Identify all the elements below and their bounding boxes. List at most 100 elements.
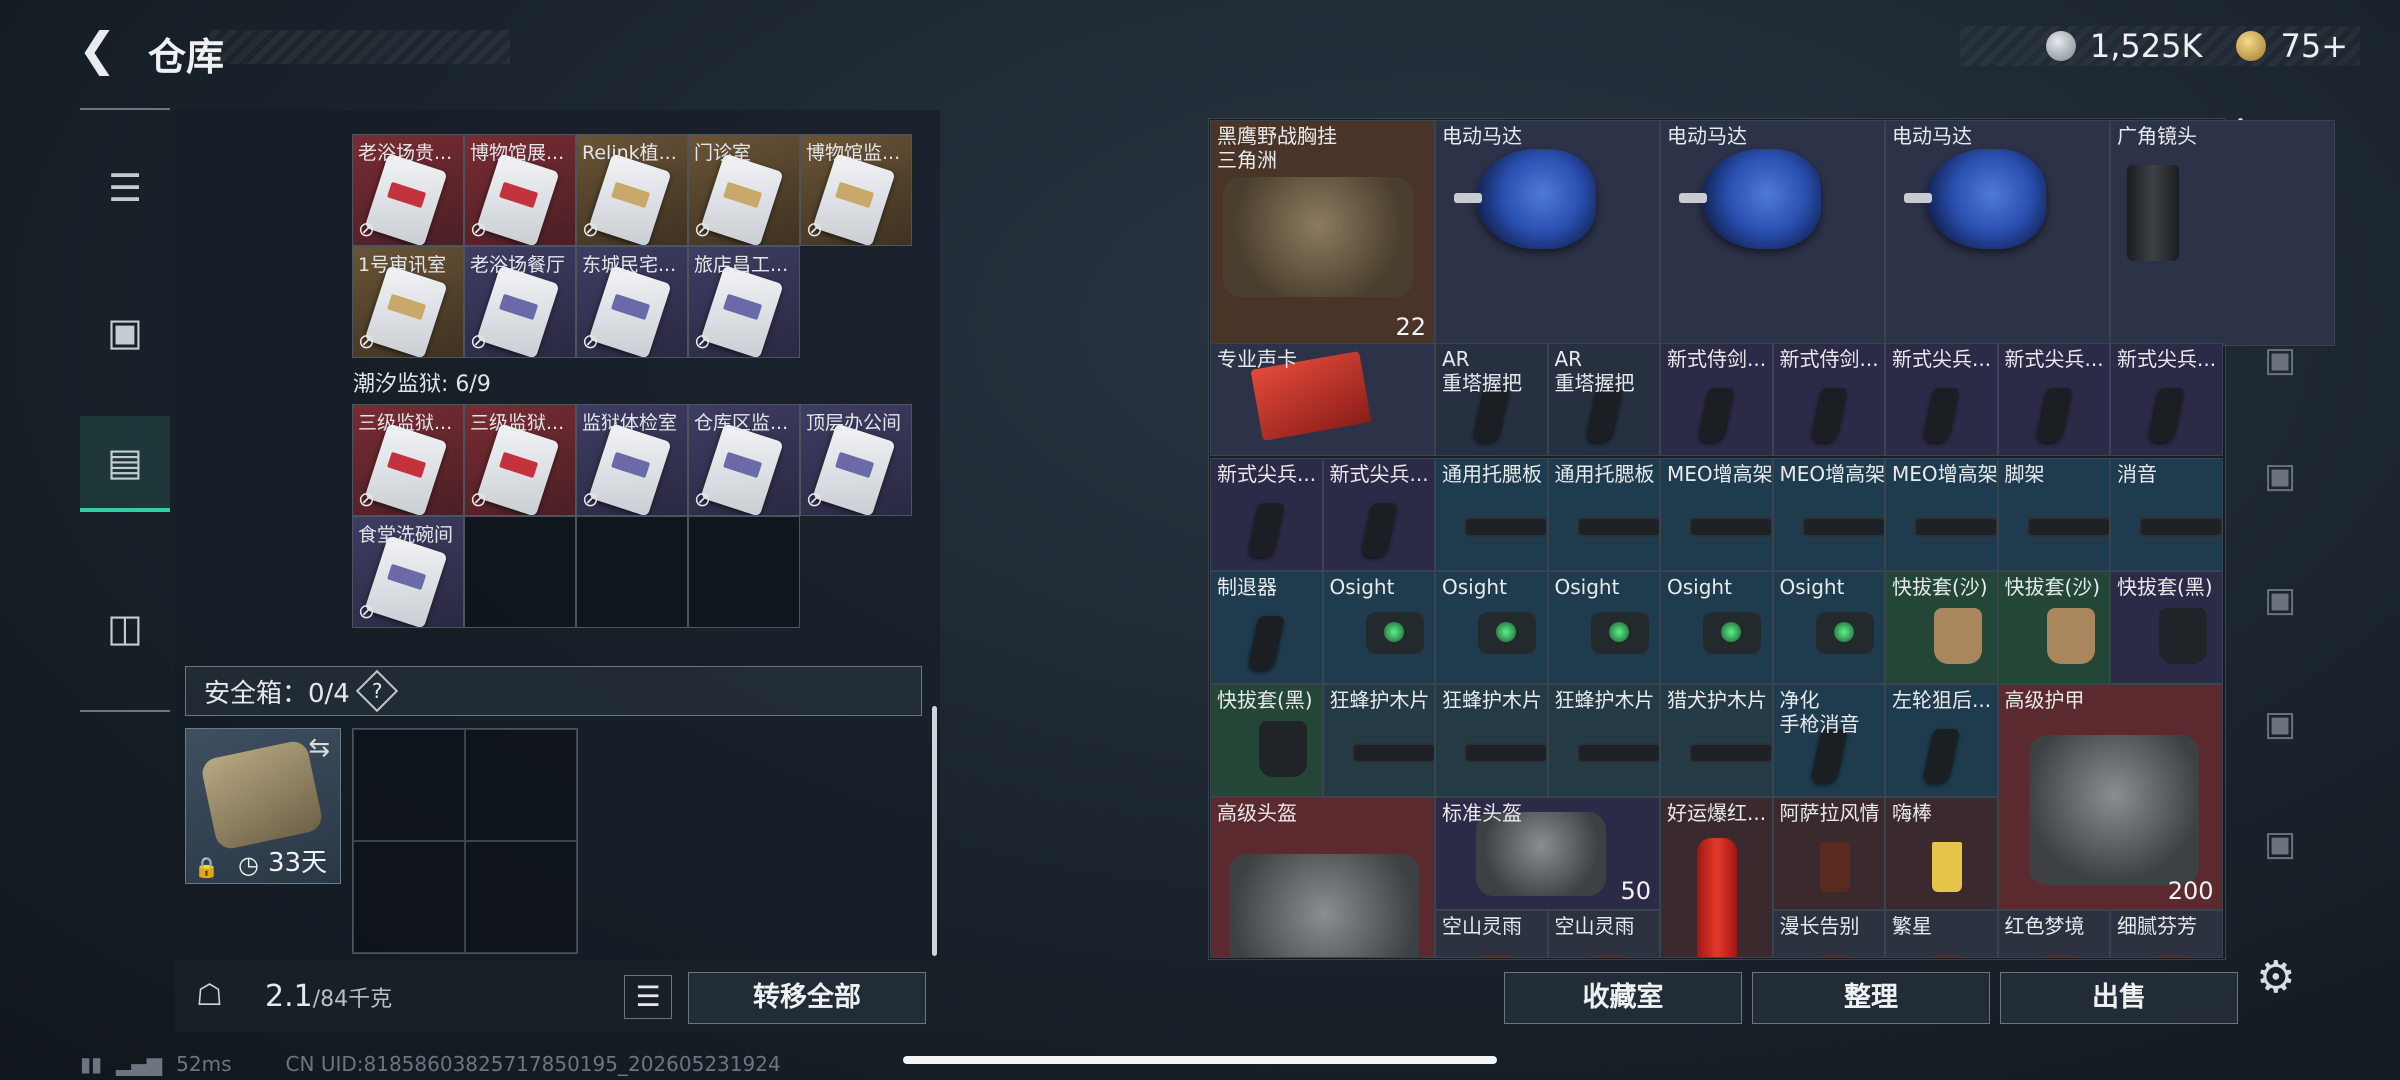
stash-item[interactable]: AR 重塔握把 — [1435, 343, 1548, 456]
stash-item[interactable]: MEO增高架 — [1660, 458, 1773, 571]
vest-icon: ▣ — [107, 310, 143, 354]
stash-item[interactable]: 消音 — [2110, 458, 2223, 571]
stash-item[interactable]: AR 重塔握把 — [1547, 343, 1660, 456]
stash-item[interactable]: 猎犬护木片 — [1660, 684, 1773, 797]
stash-item[interactable]: 繁星 — [1885, 910, 1998, 958]
nav-containers[interactable]: ▤ — [80, 416, 170, 512]
keycard-slot[interactable]: 老浴场贵... ⊘ — [352, 134, 464, 246]
back-button[interactable]: ❮ — [78, 24, 122, 74]
stash-item[interactable]: 红色梦境 — [1997, 910, 2110, 958]
stash-item[interactable]: 快拔套(黑) — [1210, 684, 1323, 797]
keycard-image — [588, 265, 672, 357]
stash-item[interactable]: 快拔套(沙) — [1997, 571, 2110, 684]
grip-image — [1922, 729, 1960, 783]
stash-item[interactable]: 脚架 — [1997, 458, 2110, 571]
keycard-label: 门诊室 — [694, 142, 752, 164]
stash-item[interactable]: 广角镜头 — [2110, 120, 2335, 346]
keycard-slot[interactable]: 三级监狱... ⊘ — [352, 404, 464, 516]
stash-item[interactable]: 嗨棒 — [1885, 797, 1998, 910]
stash-item[interactable]: 电动马达 — [1885, 120, 2110, 346]
stash-item[interactable]: 黑鹰野战胸挂 三角洲 22 — [1210, 120, 1435, 346]
stash-item[interactable]: 好运爆红... — [1660, 797, 1773, 958]
stash-item[interactable]: 快拔套(沙) — [1885, 571, 1998, 684]
uid: CN UID:81858603825717850195_202605231924 — [285, 1052, 781, 1076]
sort-button[interactable]: 整理 — [1752, 972, 1990, 1024]
item-count: 200 — [2167, 877, 2214, 905]
stash-item[interactable]: Osight — [1322, 571, 1435, 684]
stash-item[interactable]: 新式尖兵... — [1210, 458, 1323, 571]
stash-item[interactable]: 新式侍剑... — [1772, 343, 1885, 456]
holster-image — [1259, 721, 1307, 777]
empty-slot[interactable] — [576, 516, 688, 628]
stash-item[interactable]: 高级头盔 — [1210, 797, 1435, 958]
safe-box-slots[interactable] — [352, 728, 578, 954]
keycard-slot[interactable]: 监狱体检室 ⊘ — [576, 404, 688, 516]
keycard-slot[interactable]: 博物馆展... ⊘ — [464, 134, 576, 246]
stash-item[interactable]: 新式尖兵... — [1997, 343, 2110, 456]
home-indicator[interactable] — [903, 1056, 1497, 1064]
keycard-slot[interactable]: 三级监狱... ⊘ — [464, 404, 576, 516]
keycard-slot[interactable]: 仓库区监... ⊘ — [688, 404, 800, 516]
tab-v[interactable]: ▣ — [2250, 446, 2310, 506]
keycard-label: 三级监狱... — [470, 412, 565, 434]
stash-item[interactable]: 高级护甲 200 — [1997, 684, 2223, 910]
nav-weapons[interactable]: ☰ — [80, 140, 170, 236]
settings-gear-icon[interactable]: ⚙ — [2256, 952, 2295, 1003]
stash-item[interactable]: Osight — [1547, 571, 1660, 684]
keycard-slot[interactable]: 1号审讯室 ⊘ — [352, 246, 464, 358]
safe-box-item[interactable]: ⇆ 🔒 ◷ 33天 — [185, 728, 341, 884]
stash-item[interactable]: Osight — [1660, 571, 1773, 684]
stash-item[interactable]: 新式侍剑... — [1660, 343, 1773, 456]
stash-item[interactable]: 狂蜂护木片 — [1547, 684, 1660, 797]
keycard-slot[interactable]: 食堂洗碗间 ⊘ — [352, 516, 464, 628]
left-scrollbar[interactable] — [932, 706, 937, 956]
stash-item[interactable]: Osight — [1772, 571, 1885, 684]
keycard-label: 食堂洗碗间 — [358, 524, 454, 546]
stash-item[interactable]: 狂蜂护木片 — [1435, 684, 1548, 797]
stash-item[interactable]: 空山灵雨 — [1547, 910, 1660, 958]
item-label: 电动马达 — [1442, 124, 1522, 148]
armor-image — [1229, 854, 1419, 957]
nav-armor[interactable]: ▣ — [80, 284, 170, 380]
stash-item[interactable]: 细腻芬芳 — [2110, 910, 2223, 958]
keycard-slot[interactable]: 博物馆监... ⊘ — [800, 134, 912, 246]
tab-iv-2[interactable]: ▣ — [2250, 570, 2310, 630]
stash-item[interactable]: 电动马达 — [1435, 120, 1660, 346]
stash-item[interactable]: MEO增高架 — [1885, 458, 1998, 571]
help-button[interactable]: ? — [355, 669, 399, 713]
stash-item[interactable]: 新式尖兵... — [1322, 458, 1435, 571]
collection-room-button[interactable]: 收藏室 — [1504, 972, 1742, 1024]
transfer-all-button[interactable]: 转移全部 — [688, 972, 926, 1024]
keycard-slot[interactable]: 东城民宅... ⊘ — [576, 246, 688, 358]
keycard-slot[interactable]: 门诊室 ⊘ — [688, 134, 800, 246]
list-view-button[interactable]: ☰ — [624, 975, 672, 1019]
stash-item[interactable]: 左轮狙后... — [1885, 684, 1998, 797]
stash-item[interactable]: 制退器 — [1210, 571, 1323, 684]
stash-item[interactable]: 空山灵雨 — [1435, 910, 1548, 958]
stash-item[interactable]: 阿萨拉风情 — [1772, 797, 1885, 910]
sell-button[interactable]: 出售 — [2000, 972, 2238, 1024]
keycard-slot[interactable]: 旅店昌工... ⊘ — [688, 246, 800, 358]
nav-toolbox[interactable]: ◫ — [80, 580, 170, 676]
stash-item[interactable]: MEO增高架 — [1772, 458, 1885, 571]
stash-item[interactable]: 标准头盔 50 — [1435, 797, 1660, 910]
tab-iii[interactable]: ▣ — [2250, 814, 2310, 874]
stash-item[interactable]: 通用托腮板 — [1547, 458, 1660, 571]
stash-item[interactable]: 漫长告别 — [1772, 910, 1885, 958]
stash-item[interactable]: 新式尖兵... — [1885, 343, 1998, 456]
stash-item[interactable]: 通用托腮板 — [1435, 458, 1548, 571]
drink-image — [1819, 842, 1850, 892]
stash-item[interactable]: 专业声卡 — [1210, 343, 1435, 456]
stash-item[interactable]: Osight — [1435, 571, 1548, 684]
stash-item[interactable]: 电动马达 — [1660, 120, 1885, 346]
empty-slot[interactable] — [464, 516, 576, 628]
keycard-slot[interactable]: Relink植... ⊘ — [576, 134, 688, 246]
stash-item[interactable]: 狂蜂护木片 — [1322, 684, 1435, 797]
tab-iv-3[interactable]: ▣ — [2250, 694, 2310, 754]
keycard-slot[interactable]: 老浴场餐厅 ⊘ — [464, 246, 576, 358]
keycard-slot[interactable]: 顶层办公间 ⊘ — [800, 404, 912, 516]
stash-item[interactable]: 快拔套(黑) — [2110, 571, 2223, 684]
stash-item[interactable]: 净化 手枪消音 — [1772, 684, 1885, 797]
empty-slot[interactable] — [688, 516, 800, 628]
stash-item[interactable]: 新式尖兵... — [2110, 343, 2223, 456]
